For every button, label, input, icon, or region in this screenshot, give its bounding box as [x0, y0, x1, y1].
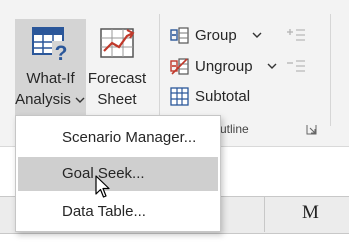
- forecast-label-line1: Forecast: [87, 70, 147, 87]
- what-if-label-line2: Analysis: [15, 91, 71, 108]
- hide-detail-icon[interactable]: [286, 58, 306, 74]
- column-l-header-edge[interactable]: [233, 196, 264, 232]
- subtotal-label: Subtotal: [195, 87, 251, 105]
- menu-item-label: Data Table...: [62, 203, 146, 220]
- ungroup-icon: [170, 57, 189, 75]
- menu-item-data-table[interactable]: Data Table...: [18, 195, 218, 229]
- group-icon: [170, 26, 189, 44]
- column-m-header[interactable]: M: [302, 202, 319, 224]
- show-detail-icon[interactable]: [286, 27, 306, 43]
- what-if-label-line2-wrap: Analysis: [15, 90, 86, 109]
- group-button[interactable]: Group: [170, 24, 263, 46]
- menu-item-goal-seek[interactable]: Goal Seek...: [18, 157, 218, 191]
- what-if-analysis-icon: ?: [32, 27, 71, 63]
- dialog-launcher-icon[interactable]: [306, 124, 317, 135]
- mouse-cursor-icon: [95, 175, 110, 198]
- chevron-down-icon: [75, 97, 85, 103]
- forecast-sheet-icon: [100, 28, 135, 58]
- group-separator: [159, 14, 160, 126]
- ungroup-label: Ungroup: [195, 57, 253, 75]
- subtotal-icon: [170, 86, 189, 106]
- forecast-label-line2: Sheet: [97, 91, 137, 108]
- svg-text:?: ?: [55, 42, 68, 63]
- column-divider: [264, 196, 265, 232]
- group-label: Group: [195, 26, 237, 44]
- what-if-analysis-menu: Scenario Manager... Goal Seek... Data Ta…: [15, 115, 221, 232]
- menu-item-scenario-manager[interactable]: Scenario Manager...: [18, 121, 218, 155]
- what-if-label-line1: What-If: [26, 70, 75, 87]
- forecast-sheet-button[interactable]: Forecast Sheet: [87, 19, 147, 115]
- outline-group-label: utline: [220, 122, 249, 136]
- chevron-down-icon: [252, 32, 262, 38]
- subtotal-button[interactable]: Subtotal: [170, 85, 250, 107]
- chevron-down-icon: [267, 63, 277, 69]
- what-if-analysis-button[interactable]: ? What-If Analysis: [15, 19, 86, 115]
- ungroup-button[interactable]: Ungroup: [170, 55, 278, 77]
- menu-item-label: Scenario Manager...: [62, 129, 197, 146]
- group-separator: [330, 14, 331, 126]
